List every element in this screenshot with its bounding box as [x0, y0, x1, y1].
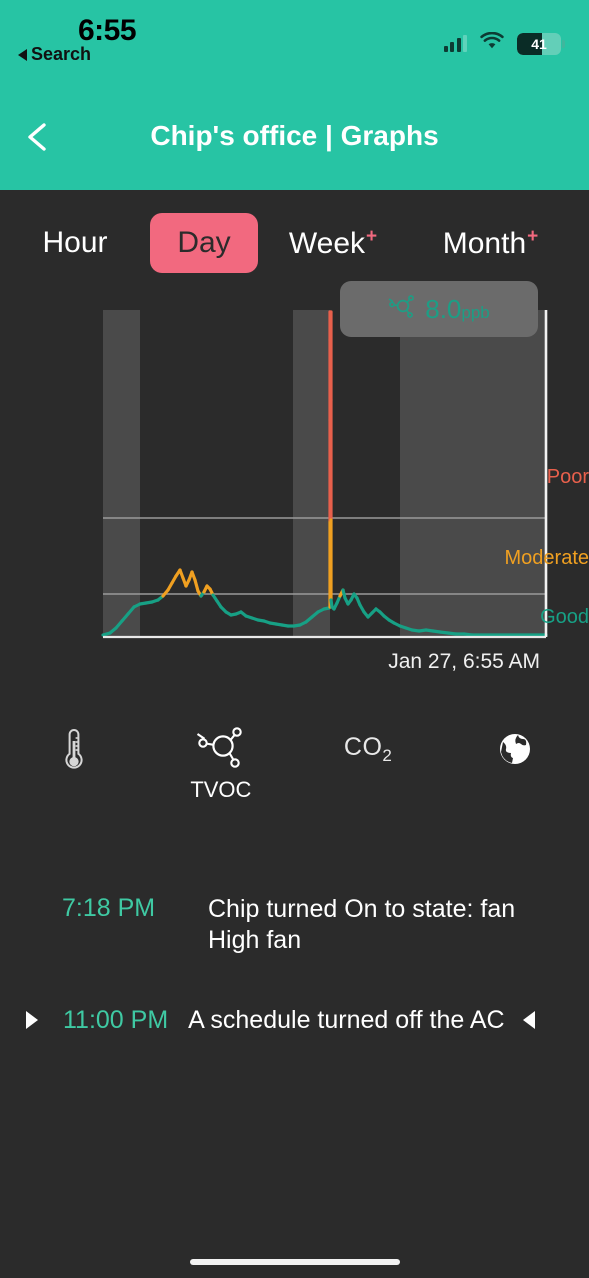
wifi-icon: [480, 31, 504, 55]
tab-week-plus-badge: +: [366, 225, 378, 247]
status-bar-back-to-search[interactable]: Search: [18, 44, 91, 65]
status-bar-indicators: 41: [443, 31, 565, 55]
event-log: 7:18 PM Chip turned On to state: fan Hig…: [0, 880, 589, 1050]
triangle-right-icon[interactable]: [26, 1011, 38, 1030]
chart-band: [103, 310, 140, 637]
tooltip-unit: ppb: [461, 302, 490, 322]
chart-line-segment: [193, 578, 200, 593]
status-bar-back-label: Search: [31, 44, 92, 64]
triangle-left-icon[interactable]: [522, 1011, 535, 1030]
thermometer-icon: [63, 724, 85, 774]
tab-day[interactable]: Day: [150, 213, 258, 273]
phone-screen: 6:55 Search 41 Chip's office | Graphs Ho…: [0, 0, 589, 1278]
tab-week[interactable]: Week+: [258, 213, 408, 274]
home-indicator: [190, 1259, 400, 1265]
event-log-row[interactable]: 11:00 PM A schedule turned off the AC: [0, 969, 589, 1050]
chart-date-label: Jan 27, 6:55 AM: [388, 650, 540, 673]
axis-label-good: Good: [540, 606, 589, 628]
chart-value-tooltip: 8.0ppb: [340, 281, 538, 337]
event-message: A schedule turned off the AC: [188, 1006, 505, 1034]
sensor-co2[interactable]: CO2: [295, 718, 442, 813]
tab-week-label: Week: [288, 226, 366, 260]
status-bar: 6:55 Search 41: [0, 0, 589, 72]
battery-icon: 41: [517, 32, 565, 55]
tab-month-plus-badge: +: [527, 225, 539, 247]
tab-hour[interactable]: Hour: [0, 213, 150, 273]
sensor-outdoor-air[interactable]: [442, 718, 589, 813]
range-tabs: Hour Day Week+ Month+: [0, 210, 589, 276]
chart-band: [293, 310, 330, 637]
event-time: 7:18 PM: [62, 894, 156, 922]
tab-hour-label: Hour: [42, 226, 108, 259]
event-message: Chip turned On to state: fan High fan: [208, 895, 516, 954]
triangle-left-icon: [18, 48, 27, 61]
nav-bar: Chip's office | Graphs: [0, 72, 589, 190]
sensor-tvoc-label: TVOC: [190, 777, 252, 802]
tvoc-molecule-icon: [196, 724, 246, 774]
tab-day-label: Day: [177, 226, 231, 259]
sensor-selector: TVOC CO2: [0, 718, 589, 813]
event-log-row[interactable]: 7:18 PM Chip turned On to state: fan Hig…: [0, 880, 589, 969]
co2-icon: CO2: [343, 732, 393, 765]
cellular-signal-icon: [443, 35, 467, 52]
battery-level-text: 41: [531, 35, 547, 52]
page-title: Chip's office | Graphs: [150, 120, 439, 151]
tooltip-value: 8.0ppb: [425, 293, 490, 324]
axis-label-poor: Poor: [546, 466, 589, 488]
sensor-temperature[interactable]: [0, 718, 147, 813]
status-bar-time: 6:55: [78, 14, 137, 47]
axis-label-moderate: Moderate: [504, 547, 589, 569]
globe-icon: [498, 724, 532, 774]
tvoc-molecule-icon: [388, 294, 416, 325]
tab-month-label: Month: [442, 226, 527, 260]
tab-month[interactable]: Month+: [408, 213, 573, 274]
event-time: 11:00 PM: [63, 1005, 169, 1034]
sensor-tvoc[interactable]: TVOC: [147, 718, 294, 813]
air-quality-chart[interactable]: Poor Moderate Good: [0, 290, 589, 650]
